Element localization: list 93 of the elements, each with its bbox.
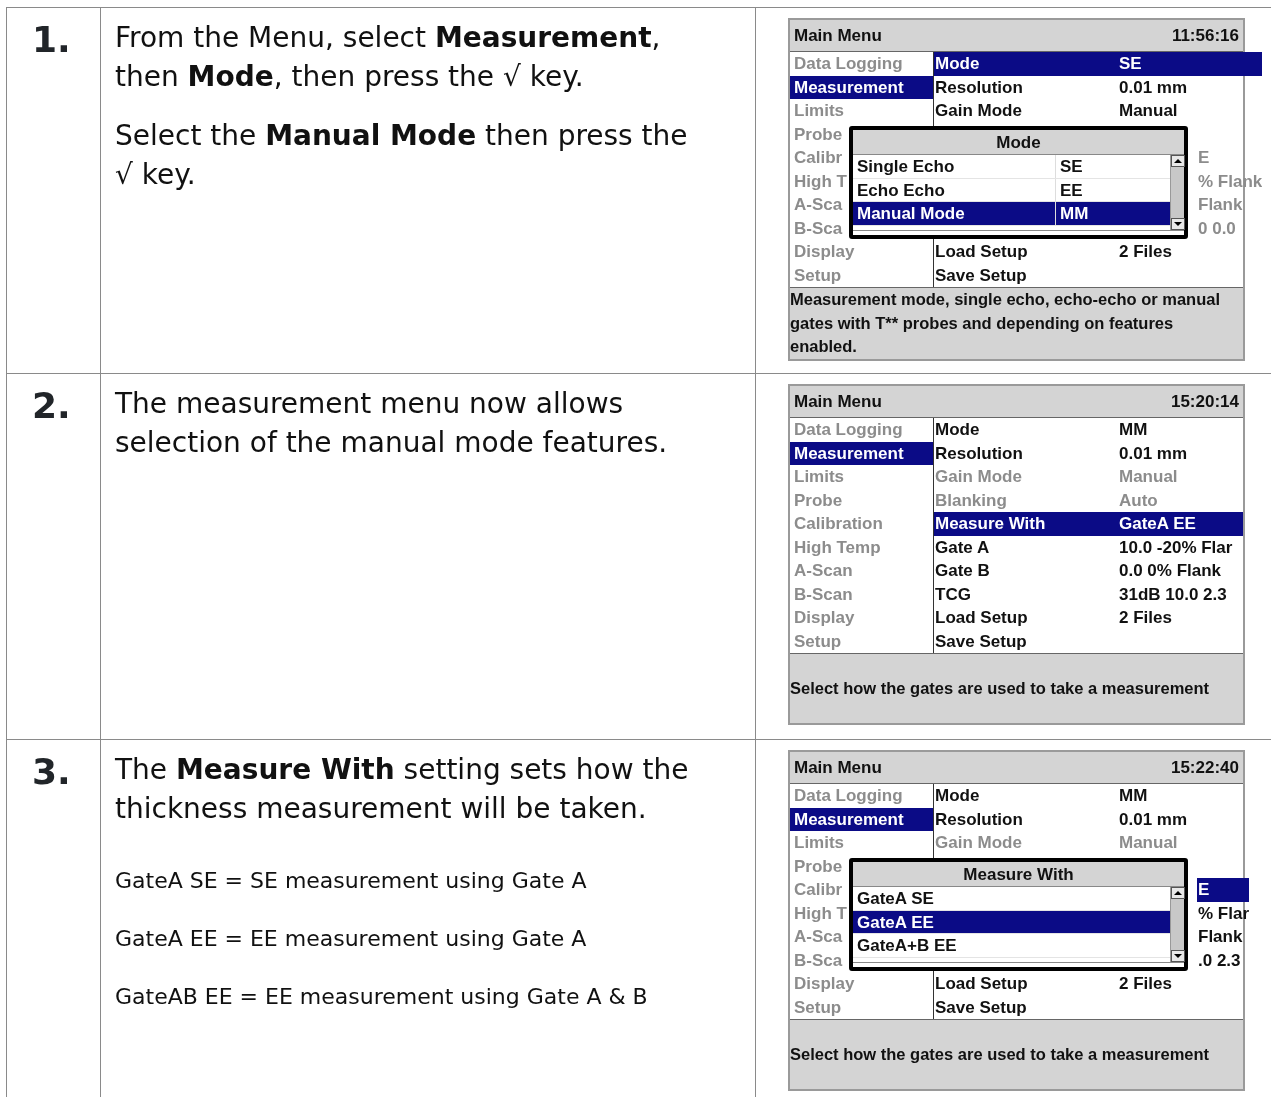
option-item[interactable]: GateA SE (853, 887, 1170, 911)
setting-label: Mode (934, 419, 981, 441)
instruction-text: Select the Manual Mode then press the √ key. (115, 118, 689, 193)
setting-label: Gain Mode (934, 832, 1023, 854)
setting-value[interactable]: .0 2.3 (1197, 948, 1250, 972)
setting-label: Load Setup (934, 241, 1029, 263)
option-item[interactable]: GateA EE (853, 910, 1170, 934)
step-number: 1. (32, 22, 71, 58)
help-text: Measurement mode, single echo, echo-echo or manual gates with T** probes and depending on features enabled. (790, 289, 1222, 357)
instruction-text: GateAB EE = EE measurement using Gate A & B (115, 983, 649, 1011)
setting-value: 0.0 0% Flank (1119, 560, 1223, 582)
setting-row[interactable]: Save Setup (934, 629, 1243, 653)
setting-label: TCG (934, 583, 972, 606)
setting-row[interactable]: Mode SE (934, 52, 1263, 76)
setting-label: Resolution (934, 808, 1024, 831)
screen-title: Main Menu (794, 756, 882, 779)
scroll-up-icon[interactable] (1171, 887, 1185, 899)
setting-value[interactable]: Flank (1197, 925, 1250, 949)
popup-title: Measure With (853, 862, 1184, 887)
option-item[interactable]: GateA+B EE (853, 934, 1170, 958)
setting-label: Resolution (934, 442, 1024, 465)
setting-value: 10.0 -20% Flar (1119, 536, 1234, 559)
setting-value: 2 Files (1119, 607, 1173, 629)
setting-value: MM (1119, 419, 1149, 441)
setting-row[interactable]: Load Setup 2 Files (934, 972, 1250, 996)
setting-value: Auto (1119, 489, 1159, 512)
setting-label: Save Setup (934, 630, 1028, 653)
setting-row[interactable]: Resolution 0.01 mm (934, 441, 1243, 465)
scrollbar[interactable] (1170, 155, 1184, 230)
setting-row[interactable]: Measure With GateA EE (934, 512, 1243, 536)
instruction-text: GateA EE = EE measurement using Gate A (115, 925, 588, 953)
menu-item[interactable]: Measurement (790, 75, 933, 99)
setting-label: Load Setup (934, 607, 1029, 629)
setting-value: 31dB 10.0 2.3 (1119, 583, 1228, 606)
setting-row[interactable]: Gain Mode Manual (934, 99, 1263, 123)
menu-item[interactable]: Measurement (790, 807, 933, 831)
setting-value: GateA EE (1119, 513, 1197, 535)
setting-label: Gate B (934, 560, 991, 582)
setting-row[interactable]: Mode MM (934, 784, 1250, 808)
menu-item[interactable]: Measurement (790, 441, 933, 465)
setting-label: Gain Mode (934, 466, 1023, 488)
scroll-up-icon[interactable] (1171, 155, 1185, 167)
setting-value: Manual (1119, 100, 1179, 122)
option-item[interactable]: Manual Mode MM (853, 202, 1170, 226)
setting-row[interactable]: Gate A 10.0 -20% Flar (934, 535, 1243, 559)
clock-time: 15:20:14 (1170, 390, 1239, 413)
setting-value: 0.01 mm (1119, 76, 1189, 99)
setting-value: 0.01 mm (1119, 808, 1189, 831)
help-text: Select how the gates are used to take a measurement (790, 1043, 1211, 1065)
setting-label: Measure With (934, 513, 1047, 535)
instruction-text: From the Menu, select Measurement, then Mode, then press the √ key. (115, 20, 662, 95)
setting-value: 2 Files (1119, 973, 1173, 995)
setting-label: Save Setup (934, 264, 1028, 287)
setting-label: Blanking (934, 489, 1008, 512)
setting-row[interactable]: Save Setup (934, 995, 1250, 1019)
scroll-down-icon[interactable] (1171, 217, 1185, 230)
setting-label: Mode (934, 785, 981, 807)
setting-value[interactable]: % Flar (1197, 901, 1250, 925)
step-number: 2. (32, 388, 71, 424)
setting-value: 2 Files (1119, 241, 1173, 263)
setting-value: Manual (1119, 466, 1179, 488)
setting-row[interactable]: Load Setup 2 Files (934, 240, 1263, 264)
popup-title: Mode (853, 130, 1184, 155)
setting-value[interactable]: E (1197, 878, 1250, 902)
setting-row[interactable]: Resolution 0.01 mm (934, 75, 1263, 99)
setting-value: Manual (1119, 832, 1179, 854)
instruction-text: The measurement menu now allows selection of the manual mode features. (115, 386, 669, 461)
screen-title: Main Menu (794, 390, 882, 413)
setting-label: Gain Mode (934, 100, 1023, 122)
setting-value: SE (1119, 53, 1143, 75)
instruction-text: The Measure With setting sets how the thickness measurement will be taken. (115, 752, 690, 827)
clock-time: 15:22:40 (1170, 756, 1239, 779)
setting-row[interactable]: TCG 31dB 10.0 2.3 (934, 582, 1243, 606)
scroll-down-icon[interactable] (1171, 949, 1185, 962)
instruction-text: GateA SE = SE measurement using Gate A (115, 867, 588, 895)
setting-label: Save Setup (934, 996, 1028, 1019)
setting-value: MM (1119, 785, 1149, 807)
setting-label: Mode (934, 53, 981, 75)
clock-time: 11:56:16 (1171, 24, 1239, 47)
scrollbar[interactable] (1170, 887, 1184, 962)
setting-label: Load Setup (934, 973, 1029, 995)
step-number: 3. (32, 754, 71, 790)
setting-row[interactable]: Save Setup (934, 263, 1263, 287)
setting-row[interactable]: Gate B 0.0 0% Flank (934, 559, 1243, 583)
setting-label: Resolution (934, 76, 1024, 99)
setting-label: Gate A (934, 536, 991, 559)
setting-row[interactable]: Mode MM (934, 418, 1243, 442)
setting-row[interactable]: Resolution 0.01 mm (934, 807, 1250, 831)
option-item[interactable]: Single Echo SE (853, 155, 1170, 179)
help-text: Select how the gates are used to take a measurement (790, 677, 1211, 699)
setting-row[interactable]: Load Setup 2 Files (934, 606, 1243, 630)
screen-title: Main Menu (794, 24, 882, 47)
setting-value: 0.01 mm (1119, 442, 1189, 465)
